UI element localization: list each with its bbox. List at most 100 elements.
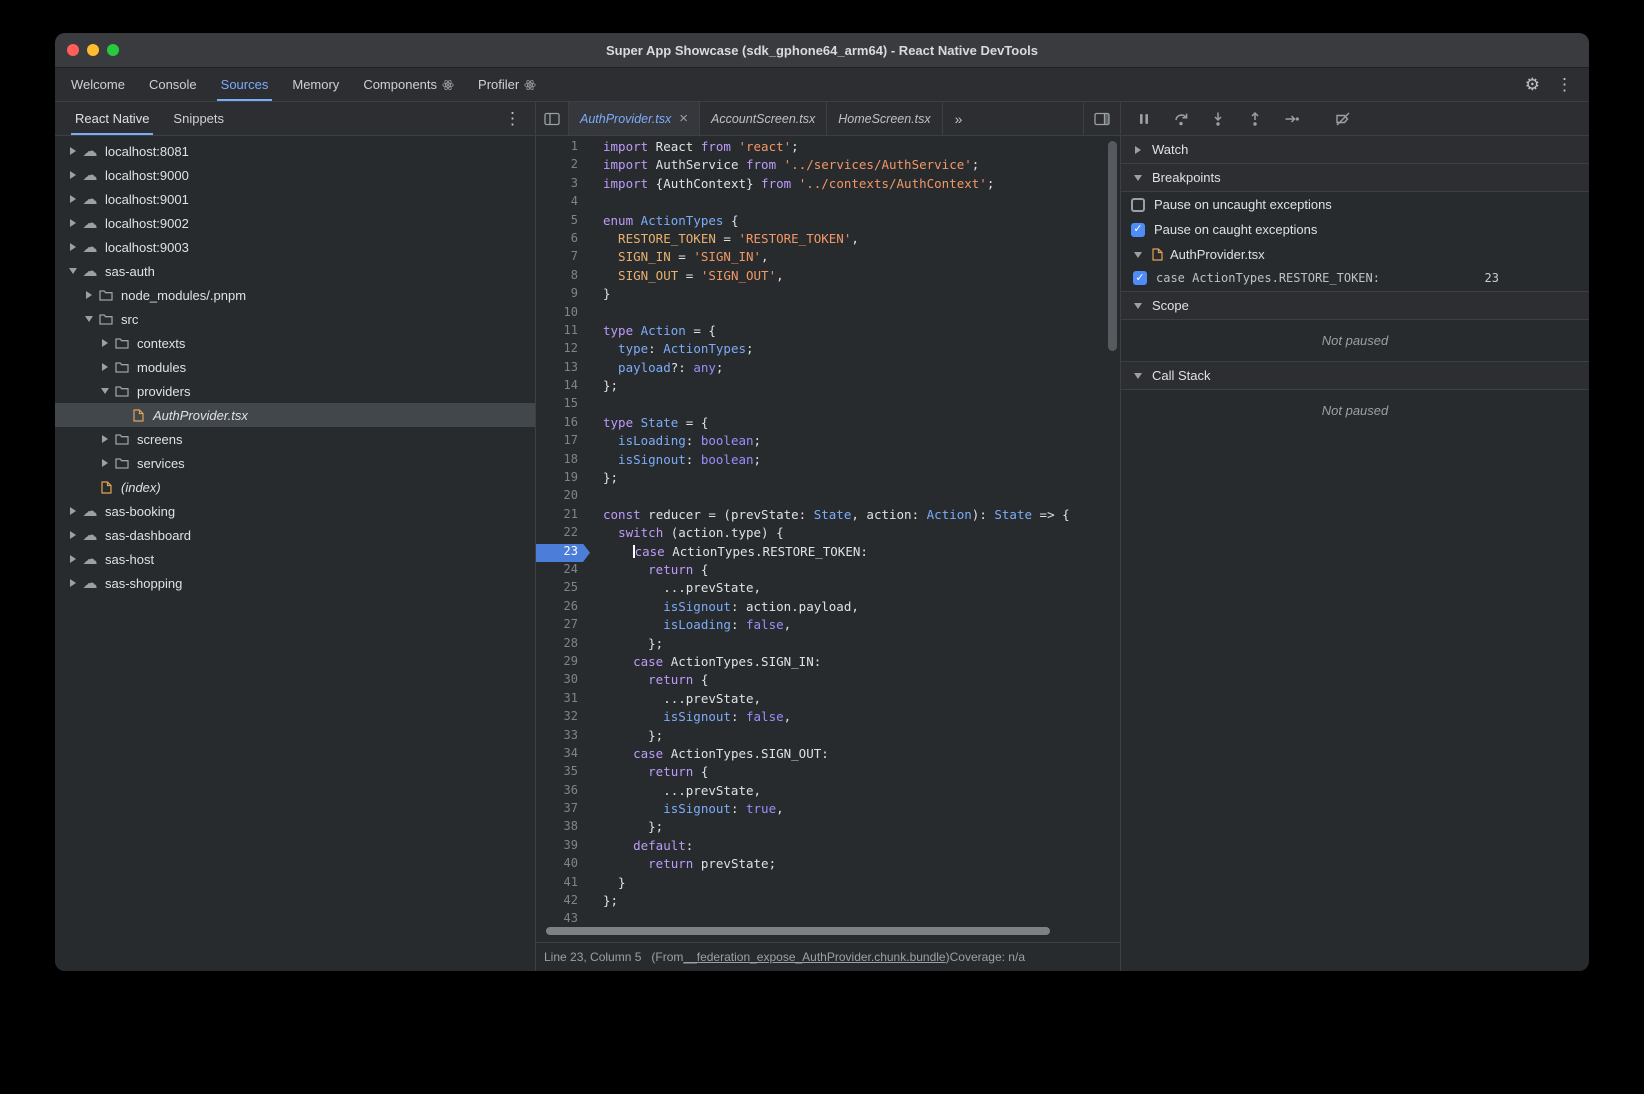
navigator-toggle-icon[interactable]: [536, 102, 569, 135]
step-over-icon[interactable]: [1172, 110, 1190, 128]
step-out-icon[interactable]: [1246, 110, 1264, 128]
chevron-right-icon[interactable]: [65, 243, 80, 251]
chevron-down-icon[interactable]: [65, 268, 80, 274]
tree-item-node-modules-pnpm[interactable]: node_modules/.pnpm: [55, 283, 535, 307]
step-icon[interactable]: [1283, 110, 1301, 128]
line-number-gutter[interactable]: 15: [536, 396, 590, 414]
line-number-gutter[interactable]: 17: [536, 433, 590, 451]
tree-item-localhost-9000[interactable]: ☁localhost:9000: [55, 163, 535, 187]
breakpoint-file-group[interactable]: AuthProvider.tsx: [1121, 242, 1589, 267]
line-number-gutter[interactable]: 29: [536, 654, 590, 672]
pause-uncaught-row[interactable]: Pause on uncaught exceptions: [1121, 192, 1589, 217]
tree-item-modules[interactable]: modules: [55, 355, 535, 379]
chevron-right-icon[interactable]: [97, 363, 112, 371]
code-text[interactable]: return {: [590, 562, 708, 580]
chevron-right-icon[interactable]: [81, 291, 96, 299]
line-number-gutter[interactable]: 39: [536, 838, 590, 856]
tree-item-localhost-9003[interactable]: ☁localhost:9003: [55, 235, 535, 259]
breakpoint-line-number-gutter[interactable]: 23: [536, 544, 590, 562]
line-number-gutter[interactable]: 1: [536, 139, 590, 157]
code-text[interactable]: case ActionTypes.SIGN_IN:: [590, 654, 821, 672]
code-text[interactable]: isLoading: false,: [590, 617, 791, 635]
line-number-gutter[interactable]: 26: [536, 599, 590, 617]
chevron-right-icon[interactable]: [65, 171, 80, 179]
tree-item-localhost-9002[interactable]: ☁localhost:9002: [55, 211, 535, 235]
more-tabs-icon[interactable]: »: [943, 102, 975, 135]
line-number-gutter[interactable]: 11: [536, 323, 590, 341]
line-number-gutter[interactable]: 5: [536, 213, 590, 231]
tree-item-sas-host[interactable]: ☁sas-host: [55, 547, 535, 571]
code-text[interactable]: default:: [590, 838, 693, 856]
close-window-button[interactable]: [67, 44, 79, 56]
tree-item-services[interactable]: services: [55, 451, 535, 475]
pause-uncaught-checkbox[interactable]: [1131, 198, 1145, 212]
line-number-gutter[interactable]: 3: [536, 176, 590, 194]
breakpoints-section-header[interactable]: Breakpoints: [1121, 164, 1589, 192]
chevron-right-icon[interactable]: [97, 435, 112, 443]
chevron-right-icon[interactable]: [65, 507, 80, 515]
editor-tab-homescreen-tsx[interactable]: HomeScreen.tsx: [827, 102, 942, 135]
code-text[interactable]: };: [590, 470, 618, 488]
breakpoint-entry[interactable]: ✓ case ActionTypes.RESTORE_TOKEN: 23: [1121, 267, 1589, 291]
code-text[interactable]: import AuthService from '../services/Aut…: [590, 157, 979, 175]
tree-item-index[interactable]: (index): [55, 475, 535, 499]
pause-icon[interactable]: [1135, 110, 1153, 128]
code-text[interactable]: enum ActionTypes {: [590, 213, 739, 231]
line-number-gutter[interactable]: 28: [536, 636, 590, 654]
line-number-gutter[interactable]: 30: [536, 672, 590, 690]
pause-caught-row[interactable]: ✓ Pause on caught exceptions: [1121, 217, 1589, 242]
line-number-gutter[interactable]: 31: [536, 691, 590, 709]
tab-sources[interactable]: Sources: [209, 68, 281, 101]
code-text[interactable]: [590, 488, 611, 506]
line-number-gutter[interactable]: 22: [536, 525, 590, 543]
code-text[interactable]: type Action = {: [590, 323, 716, 341]
editor-tab-accountscreen-tsx[interactable]: AccountScreen.tsx: [700, 102, 827, 135]
code-text[interactable]: isLoading: boolean;: [590, 433, 761, 451]
chevron-right-icon[interactable]: [65, 531, 80, 539]
line-number-gutter[interactable]: 34: [536, 746, 590, 764]
code-text[interactable]: ...prevState,: [590, 783, 761, 801]
code-text[interactable]: const reducer = (prevState: State, actio…: [590, 507, 1070, 525]
tree-item-screens[interactable]: screens: [55, 427, 535, 451]
chevron-right-icon[interactable]: [97, 459, 112, 467]
pause-caught-checkbox[interactable]: ✓: [1131, 223, 1145, 237]
code-text[interactable]: SIGN_OUT = 'SIGN_OUT',: [590, 268, 784, 286]
tree-item-sas-booking[interactable]: ☁sas-booking: [55, 499, 535, 523]
tab-console[interactable]: Console: [137, 68, 209, 101]
tab-memory[interactable]: Memory: [280, 68, 351, 101]
code-text[interactable]: isSignout: action.payload,: [590, 599, 859, 617]
tab-profiler[interactable]: Profiler: [466, 68, 548, 101]
chevron-right-icon[interactable]: [97, 339, 112, 347]
code-text[interactable]: return prevState;: [590, 856, 776, 874]
line-number-gutter[interactable]: 21: [536, 507, 590, 525]
chevron-down-icon[interactable]: [97, 388, 112, 394]
line-number-gutter[interactable]: 38: [536, 819, 590, 837]
code-text[interactable]: };: [590, 819, 663, 837]
editor-tab-authprovider-tsx[interactable]: AuthProvider.tsx×: [569, 102, 700, 135]
code-text[interactable]: isSignout: false,: [590, 709, 791, 727]
chevron-right-icon[interactable]: [65, 219, 80, 227]
code-text[interactable]: isSignout: boolean;: [590, 452, 761, 470]
breakpoint-checkbox[interactable]: ✓: [1133, 271, 1147, 285]
debugger-panel-toggle-icon[interactable]: [1083, 102, 1120, 135]
code-text[interactable]: return {: [590, 764, 708, 782]
line-number-gutter[interactable]: 19: [536, 470, 590, 488]
code-text[interactable]: [590, 194, 611, 212]
line-number-gutter[interactable]: 10: [536, 305, 590, 323]
line-number-gutter[interactable]: 16: [536, 415, 590, 433]
line-number-gutter[interactable]: 13: [536, 360, 590, 378]
tree-item-authprovider-tsx[interactable]: AuthProvider.tsx: [55, 403, 535, 427]
code-text[interactable]: ...prevState,: [590, 691, 761, 709]
line-number-gutter[interactable]: 27: [536, 617, 590, 635]
origin-bundle-link[interactable]: __federation_expose_AuthProvider.chunk.b…: [683, 950, 945, 964]
settings-gear-icon[interactable]: ⚙: [1525, 76, 1540, 93]
line-number-gutter[interactable]: 9: [536, 286, 590, 304]
tree-item-sas-dashboard[interactable]: ☁sas-dashboard: [55, 523, 535, 547]
code-text[interactable]: [590, 305, 611, 323]
code-text[interactable]: ...prevState,: [590, 580, 761, 598]
line-number-gutter[interactable]: 8: [536, 268, 590, 286]
call-stack-section-header[interactable]: Call Stack: [1121, 361, 1589, 390]
horizontal-scrollbar[interactable]: [546, 927, 1050, 935]
code-text[interactable]: };: [590, 378, 618, 396]
code-text[interactable]: import {AuthContext} from '../contexts/A…: [590, 176, 994, 194]
